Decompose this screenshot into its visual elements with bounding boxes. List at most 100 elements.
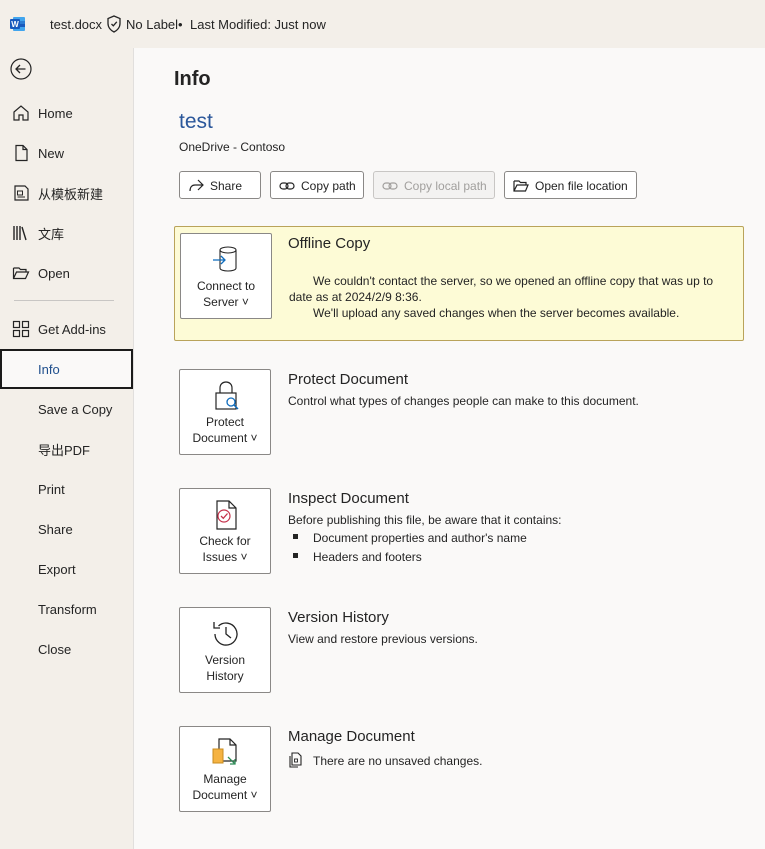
page-title: Info — [174, 68, 211, 90]
inspect-document-desc: Before publishing this file, be aware th… — [288, 513, 562, 527]
title-separator: • — [178, 17, 183, 32]
last-modified[interactable]: Last Modified: Just now — [190, 17, 326, 32]
version-history-line2: History — [206, 669, 244, 683]
copy-path-button[interactable]: Copy path — [270, 171, 364, 199]
connect-to-server-button[interactable]: Connect to Server ˅ — [180, 233, 272, 319]
copy-path-label: Copy path — [301, 179, 356, 193]
share-icon — [189, 179, 204, 192]
info-pane: Info test OneDrive - Contoso Share Copy … — [134, 48, 765, 849]
sidebar-item-label: Get Add-ins — [38, 321, 106, 337]
file-name: test.docx — [50, 17, 103, 32]
template-icon — [14, 185, 29, 201]
library-icon — [13, 226, 27, 241]
manage-document-line2: Document ˅ — [192, 788, 258, 802]
sidebar-item-open[interactable]: Open — [0, 254, 133, 292]
protect-document-desc: Control what types of changes people can… — [288, 394, 639, 408]
add-ins-icon — [12, 320, 30, 338]
sidebar-item-label: Info — [38, 361, 60, 377]
protect-button-line1: Protect — [205, 415, 244, 429]
shield-icon[interactable] — [106, 15, 122, 33]
sidebar-item-info[interactable]: Info — [0, 349, 133, 389]
history-clock-icon — [213, 622, 238, 646]
copy-local-path-button[interactable]: Copy local path — [373, 171, 495, 199]
sidebar-item-label: Transform — [38, 601, 97, 617]
sidebar-item-export-pdf[interactable]: 导出PDF — [0, 430, 133, 468]
share-button[interactable]: Share — [179, 171, 261, 199]
sidebar-item-home[interactable]: Home — [0, 94, 133, 132]
version-history-button[interactable]: Version History — [179, 607, 271, 693]
sidebar-item-close[interactable]: Close — [0, 630, 133, 668]
manage-document-section: Manage Document ˅ Manage Document There … — [174, 726, 744, 812]
database-connect-icon — [213, 246, 237, 272]
inspect-document-title: Inspect Document — [288, 490, 409, 507]
protect-button-line2: Document ˅ — [192, 431, 258, 445]
sidebar-item-save-a-copy[interactable]: Save a Copy — [0, 390, 133, 428]
copy-local-path-label: Copy local path — [404, 179, 487, 193]
inspect-bullet-2: Headers and footers — [313, 550, 422, 564]
offline-copy-message: We couldn't contact the server, so we op… — [289, 273, 729, 321]
sensitivity-label[interactable]: No Label — [126, 17, 178, 32]
back-arrow-icon[interactable] — [10, 58, 32, 80]
home-icon — [13, 105, 29, 121]
open-file-location-label: Open file location — [535, 179, 628, 193]
connect-button-line2: Server ˅ — [203, 295, 249, 309]
document-pages-icon — [289, 752, 302, 768]
title-bar: W test.docx No Label • Last Modified: Ju… — [0, 0, 765, 48]
offline-message-2: We'll upload any saved changes when the … — [313, 306, 680, 320]
document-location: OneDrive - Contoso — [179, 140, 286, 154]
protect-document-button[interactable]: Protect Document ˅ — [179, 369, 271, 455]
sidebar-item-label: New — [38, 145, 65, 161]
sidebar-item-library[interactable]: 文库 — [0, 214, 133, 252]
sidebar-item-label: Save a Copy — [38, 401, 113, 417]
manage-document-button[interactable]: Manage Document ˅ — [179, 726, 271, 812]
word-logo-icon: W — [10, 17, 25, 31]
manage-document-line1: Manage — [203, 772, 247, 786]
sidebar-item-transform[interactable]: Transform — [0, 590, 133, 628]
folder-open-icon — [12, 267, 30, 280]
sidebar-item-from-template[interactable]: 从模板新建 — [0, 174, 133, 212]
sidebar-item-label: Home — [38, 105, 73, 121]
offline-copy-title: Offline Copy — [288, 235, 371, 252]
sidebar-item-label: 文库 — [38, 226, 65, 242]
offline-message-1: We couldn't contact the server, so we op… — [289, 274, 714, 304]
version-history-desc: View and restore previous versions. — [288, 632, 478, 646]
sidebar-item-label: 导出PDF — [38, 442, 91, 458]
offline-copy-section: Connect to Server ˅ Offline Copy We coul… — [174, 226, 744, 341]
protect-document-title: Protect Document — [288, 371, 409, 388]
svg-text:W: W — [11, 20, 19, 29]
lock-search-icon — [215, 381, 239, 410]
manage-document-title: Manage Document — [288, 728, 415, 745]
check-issues-line1: Check for — [199, 534, 251, 548]
version-history-title: Version History — [288, 609, 389, 626]
inspect-bullet-1: Document properties and author's name — [313, 531, 527, 545]
document-name[interactable]: test — [179, 110, 213, 134]
link-icon — [279, 182, 295, 190]
document-check-icon — [216, 500, 237, 530]
sidebar-item-label: Close — [38, 641, 72, 657]
manage-document-icon — [212, 738, 237, 765]
sidebar-item-export[interactable]: Export — [0, 550, 133, 588]
new-document-icon — [15, 144, 28, 162]
folder-icon — [513, 180, 529, 192]
link-icon — [382, 182, 398, 190]
sidebar-item-print[interactable]: Print — [0, 470, 133, 508]
manage-document-desc: There are no unsaved changes. — [313, 754, 483, 768]
check-for-issues-button[interactable]: Check for Issues ˅ — [179, 488, 271, 574]
sidebar-item-new[interactable]: New — [0, 134, 133, 172]
bullet-icon — [293, 534, 298, 539]
sidebar-item-label: Share — [38, 521, 73, 537]
share-button-label: Share — [210, 179, 243, 193]
inspect-document-section: Check for Issues ˅ Inspect Document Befo… — [174, 488, 744, 574]
backstage-sidebar: Home New 从模板新建 文库 Open Get Add-ins Info … — [0, 48, 134, 849]
protect-document-section: Protect Document ˅ Protect Document Cont… — [174, 369, 744, 455]
sidebar-item-label: Open — [38, 265, 70, 281]
sidebar-item-get-add-ins[interactable]: Get Add-ins — [0, 310, 133, 348]
bullet-icon — [293, 553, 298, 558]
connect-button-line1: Connect to — [196, 279, 256, 293]
sidebar-item-label: 从模板新建 — [38, 186, 104, 202]
version-history-section: Version History Version History View and… — [174, 607, 744, 693]
open-file-location-button[interactable]: Open file location — [504, 171, 637, 199]
version-history-line1: Version — [204, 653, 246, 667]
sidebar-item-share[interactable]: Share — [0, 510, 133, 548]
sidebar-divider — [14, 300, 114, 301]
